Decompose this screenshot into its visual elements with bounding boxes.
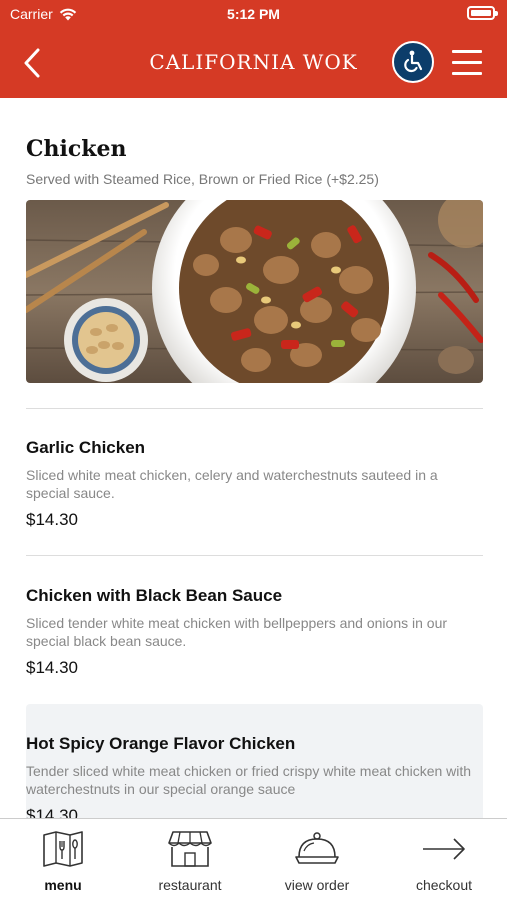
menu-item-description: Tender sliced white meat chicken or frie… [26,763,472,797]
chicken-dish-photo [26,200,483,383]
status-bar: Carrier 5:12 PM [0,0,507,28]
section-subtitle: Served with Steamed Rice, Brown or Fried… [26,171,379,187]
tab-label: view order [284,877,350,893]
menu-item-black-bean-chicken[interactable]: Chicken with Black Bean Sauce Sliced ten… [26,586,483,678]
tab-label: menu [44,877,82,893]
menu-item-orange-chicken[interactable]: Hot Spicy Orange Flavor Chicken Tender s… [26,734,483,818]
divider [26,555,483,556]
tab-label: checkout [415,877,473,893]
arrow-right-icon [423,838,465,860]
section-title: Chicken [26,136,127,162]
divider [26,408,483,409]
tab-label: restaurant [158,877,222,893]
cloche-icon [295,832,339,864]
menu-item-name: Garlic Chicken [26,438,146,457]
storefront-icon [168,831,212,867]
menu-item-price: $14.30 [26,806,78,818]
menu-item-name: Chicken with Black Bean Sauce [26,586,283,605]
top-bar: Carrier 5:12 PM CALIFORNIA WOK [0,0,507,98]
menu-item-garlic-chicken[interactable]: Garlic Chicken Sliced white meat chicken… [26,438,483,530]
menu-item-description: Sliced tender white meat chicken with be… [26,615,448,649]
tab-checkout[interactable]: checkout [381,827,507,893]
status-time: 5:12 PM [227,6,280,22]
menu-item-price: $14.30 [26,658,78,677]
menu-item-description: Sliced white meat chicken, celery and wa… [26,467,438,501]
bottom-tab-bar: menu restaurant view order checkout [0,818,507,900]
hamburger-menu-icon[interactable] [452,50,482,75]
tab-view-order[interactable]: view order [254,827,380,893]
accessibility-button[interactable] [392,41,434,83]
menu-content[interactable]: Chicken Served with Steamed Rice, Brown … [0,98,507,818]
menu-book-icon [43,831,83,867]
menu-item-name: Hot Spicy Orange Flavor Chicken [26,734,296,753]
accessibility-icon [404,50,423,73]
menu-item-price: $14.30 [26,510,78,529]
tab-restaurant[interactable]: restaurant [127,827,253,893]
nav-bar: CALIFORNIA WOK [0,28,507,98]
tab-menu[interactable]: menu [0,827,126,893]
battery-icon [467,6,498,20]
